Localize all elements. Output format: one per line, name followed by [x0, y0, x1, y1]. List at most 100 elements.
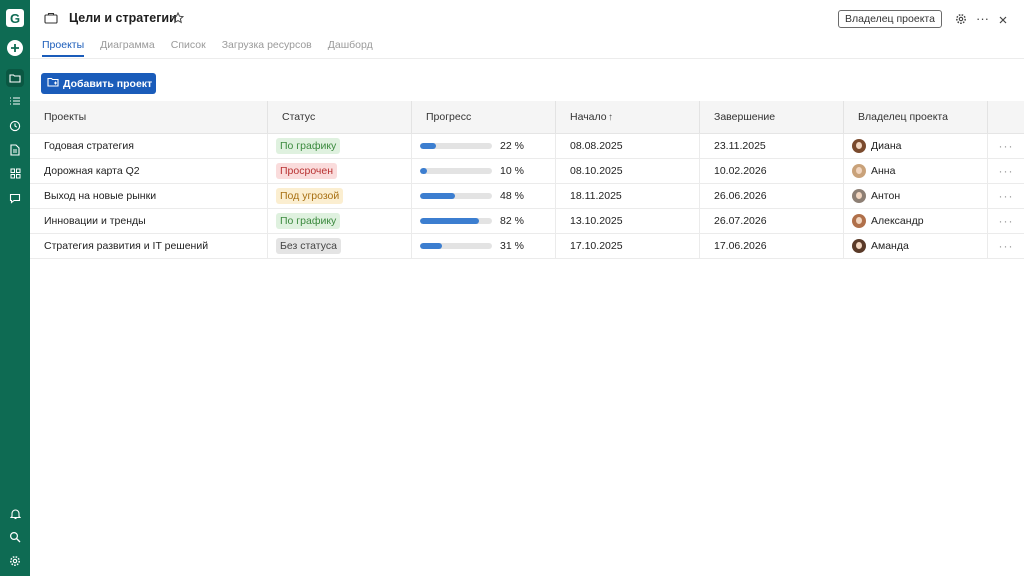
row-more-icon[interactable]: ···	[988, 134, 1024, 158]
start-date[interactable]: 17.10.2025	[556, 234, 700, 258]
logo-icon[interactable]: G	[6, 9, 24, 27]
progress-bar	[420, 193, 492, 199]
header-end[interactable]: Завершение	[700, 101, 844, 133]
avatar	[852, 214, 866, 228]
header-start-label: Начало	[570, 111, 607, 123]
progress-bar	[420, 218, 492, 224]
end-date[interactable]: 23.11.2025	[700, 134, 844, 158]
tab-projects[interactable]: Проекты	[42, 38, 85, 58]
start-date[interactable]: 08.10.2025	[556, 159, 700, 183]
header-actions	[988, 101, 1024, 133]
progress-percent: 31 %	[500, 240, 524, 252]
table-row[interactable]: Выход на новые рынки Под угрозой 48 % 18…	[30, 184, 1024, 209]
project-name[interactable]: Выход на новые рынки	[30, 184, 268, 208]
progress-fill	[420, 168, 428, 174]
star-icon[interactable]	[171, 11, 185, 29]
grid-icon[interactable]	[6, 164, 24, 182]
avatar	[852, 239, 866, 253]
table-row[interactable]: Инновации и тренды По графику 82 % 13.10…	[30, 209, 1024, 234]
progress-bar	[420, 168, 492, 174]
row-more-icon[interactable]: ···	[988, 209, 1024, 233]
table-header: Проекты Статус Прогресс Начало ↑ Заверше…	[30, 101, 1024, 134]
progress-fill	[420, 143, 436, 149]
header-status[interactable]: Статус	[268, 101, 412, 133]
header: Цели и стратегии Владелец проекта ···	[30, 0, 1024, 36]
status-cell: Просрочен	[268, 159, 412, 183]
status-badge[interactable]: Без статуса	[276, 238, 341, 255]
status-badge[interactable]: Под угрозой	[276, 188, 344, 205]
project-name[interactable]: Стратегия развития и IT решений	[30, 234, 268, 258]
row-more-icon[interactable]: ···	[988, 159, 1024, 183]
progress-cell: 48 %	[412, 184, 556, 208]
table-row[interactable]: Стратегия развития и IT решений Без стат…	[30, 234, 1024, 259]
add-project-button[interactable]: Добавить проект	[41, 73, 156, 94]
plus-icon[interactable]	[7, 40, 23, 56]
view-tabs: Проекты Диаграмма Список Загрузка ресурс…	[42, 38, 389, 58]
end-date[interactable]: 17.06.2026	[700, 234, 844, 258]
header-progress[interactable]: Прогресс	[412, 101, 556, 133]
start-date[interactable]: 08.08.2025	[556, 134, 700, 158]
tabs-divider	[30, 58, 1024, 59]
status-badge[interactable]: По графику	[276, 138, 341, 155]
project-owner-button[interactable]: Владелец проекта	[838, 10, 942, 28]
project-name[interactable]: Инновации и тренды	[30, 209, 268, 233]
clock-icon[interactable]	[6, 117, 24, 135]
page-title: Цели и стратегии	[69, 11, 177, 25]
row-more-icon[interactable]: ···	[988, 234, 1024, 258]
project-name[interactable]: Дорожная карта Q2	[30, 159, 268, 183]
owner-cell[interactable]: Антон	[844, 184, 988, 208]
progress-percent: 48 %	[500, 190, 524, 202]
end-date[interactable]: 26.06.2026	[700, 184, 844, 208]
tab-list[interactable]: Список	[171, 38, 206, 58]
header-owner[interactable]: Владелец проекта	[844, 101, 988, 133]
tab-dashboard[interactable]: Дашборд	[328, 38, 373, 58]
header-start[interactable]: Начало ↑	[556, 101, 700, 133]
start-date[interactable]: 18.11.2025	[556, 184, 700, 208]
owner-cell[interactable]: Анна	[844, 159, 988, 183]
status-cell: По графику	[268, 134, 412, 158]
owner-cell[interactable]: Диана	[844, 134, 988, 158]
tab-resource-load[interactable]: Загрузка ресурсов	[222, 38, 312, 58]
start-date[interactable]: 13.10.2025	[556, 209, 700, 233]
sort-up-icon[interactable]: ↑	[608, 101, 613, 134]
add-project-label: Добавить проект	[63, 77, 153, 90]
document-icon[interactable]	[6, 141, 24, 159]
progress-fill	[420, 193, 455, 199]
progress-cell: 82 %	[412, 209, 556, 233]
avatar	[852, 164, 866, 178]
header-projects[interactable]: Проекты	[30, 101, 268, 133]
folder-nav-icon[interactable]	[6, 69, 24, 87]
status-badge[interactable]: По графику	[276, 213, 341, 230]
projects-table: Проекты Статус Прогресс Начало ↑ Заверше…	[30, 101, 1024, 259]
status-cell: По графику	[268, 209, 412, 233]
chat-icon[interactable]	[6, 189, 24, 207]
progress-fill	[420, 243, 443, 249]
owner-cell[interactable]: Аманда	[844, 234, 988, 258]
end-date[interactable]: 26.07.2026	[700, 209, 844, 233]
row-more-icon[interactable]: ···	[988, 184, 1024, 208]
folder-add-icon	[47, 77, 59, 90]
status-badge[interactable]: Просрочен	[276, 163, 338, 180]
app-window: G Цели и стратегии Владелец проекта ··· …	[0, 0, 1024, 576]
list-icon[interactable]	[6, 92, 24, 110]
close-icon[interactable]	[998, 12, 1008, 30]
progress-cell: 31 %	[412, 234, 556, 258]
table-body: Годовая стратегия По графику 22 % 08.08.…	[30, 134, 1024, 259]
owner-name: Аманда	[871, 240, 909, 252]
settings-gear-icon[interactable]	[955, 12, 967, 30]
bell-icon[interactable]	[6, 505, 24, 523]
progress-fill	[420, 218, 480, 224]
status-cell: Без статуса	[268, 234, 412, 258]
search-icon[interactable]	[6, 528, 24, 546]
gear-icon[interactable]	[6, 552, 24, 570]
table-row[interactable]: Дорожная карта Q2 Просрочен 10 % 08.10.2…	[30, 159, 1024, 184]
tab-diagram[interactable]: Диаграмма	[100, 38, 155, 58]
status-cell: Под угрозой	[268, 184, 412, 208]
more-icon[interactable]: ···	[976, 11, 989, 26]
progress-cell: 10 %	[412, 159, 556, 183]
end-date[interactable]: 10.02.2026	[700, 159, 844, 183]
progress-percent: 10 %	[500, 165, 524, 177]
owner-cell[interactable]: Александр	[844, 209, 988, 233]
table-row[interactable]: Годовая стратегия По графику 22 % 08.08.…	[30, 134, 1024, 159]
project-name[interactable]: Годовая стратегия	[30, 134, 268, 158]
